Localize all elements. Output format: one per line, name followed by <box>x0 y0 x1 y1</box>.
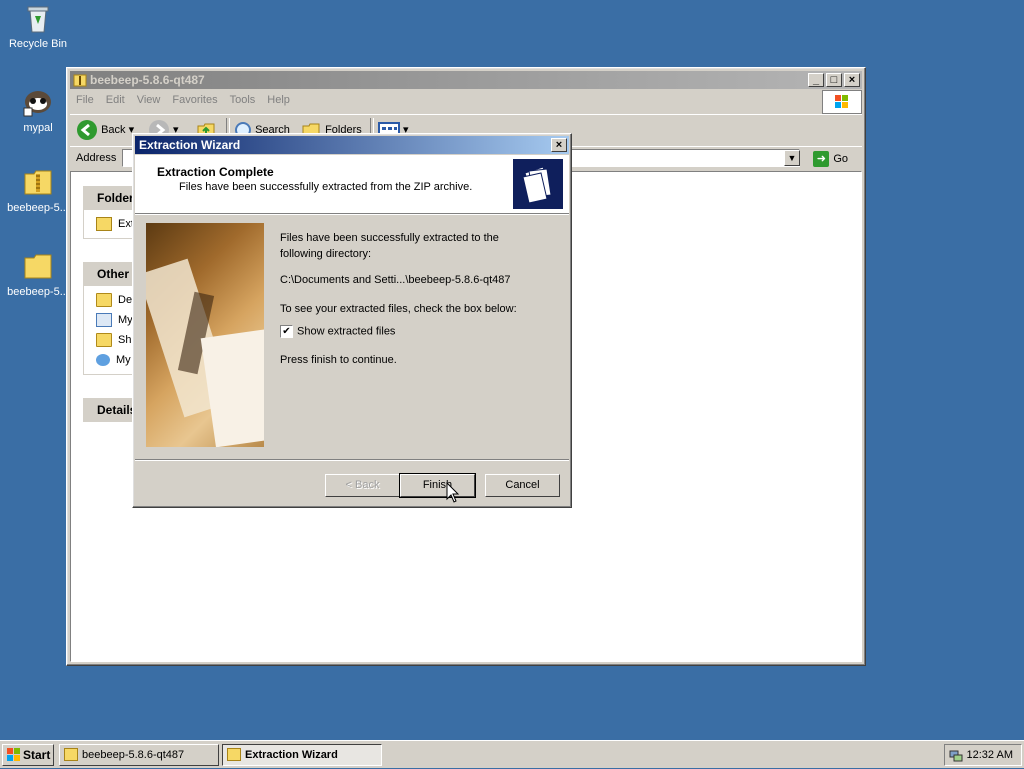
start-label: Start <box>23 748 51 762</box>
go-button[interactable]: ➜ Go <box>813 150 848 168</box>
zip-folder-icon <box>22 166 54 198</box>
taskbar: Start beebeep-5.8.6-qt487 Extraction Wiz… <box>0 740 1024 768</box>
start-button[interactable]: Start <box>2 744 54 766</box>
network-globe-icon <box>96 354 110 367</box>
explorer-title: beebeep-5.8.6-qt487 <box>90 73 205 87</box>
cancel-button[interactable]: Cancel <box>485 474 560 497</box>
zip-folder-icon <box>64 748 78 761</box>
desktop-icon-label: mypal <box>23 122 53 134</box>
back-label: Back <box>101 124 126 136</box>
wizard-side-image <box>146 223 264 447</box>
go-arrow-icon: ➜ <box>813 151 830 168</box>
taskbar-item-explorer[interactable]: beebeep-5.8.6-qt487 <box>59 744 219 766</box>
address-label: Address <box>76 152 117 164</box>
recycle-bin-icon <box>22 2 54 34</box>
maximize-button[interactable]: □ <box>826 73 842 87</box>
windows-logo-icon <box>822 90 862 114</box>
taskbar-item-label: Extraction Wizard <box>245 749 338 761</box>
desktop-icon-label: Recycle Bin <box>8 38 68 50</box>
extracted-files-icon <box>513 159 563 209</box>
taskbar-item-extraction-wizard[interactable]: Extraction Wizard <box>222 744 382 766</box>
folder-icon <box>96 293 112 308</box>
other-place-label: My <box>118 314 133 326</box>
wizard-extract-path: C:\Documents and Setti...\beebeep-5.8.6-… <box>280 274 511 286</box>
folder-icon <box>227 748 241 761</box>
back-arrow-icon <box>77 120 97 141</box>
wizard-header: Extraction Complete Files have been succ… <box>135 155 569 214</box>
wizard-header-title: Extraction Complete <box>157 165 274 179</box>
mouse-cursor-icon <box>446 482 460 503</box>
system-tray: 12:32 AM <box>944 744 1022 766</box>
clock[interactable]: 12:32 AM <box>967 749 1013 761</box>
back-button[interactable]: Back ▾ <box>76 118 134 142</box>
menu-help[interactable]: Help <box>261 91 296 109</box>
desktop-icon-beebeep-folder[interactable]: beebeep-5... <box>0 250 76 299</box>
other-place-label: My <box>116 354 131 366</box>
show-extracted-files-checkbox[interactable]: ✔ Show extracted files <box>280 325 395 338</box>
checkbox-label: Show extracted files <box>297 325 396 338</box>
mypal-icon <box>22 86 54 118</box>
explorer-titlebar[interactable]: beebeep-5.8.6-qt487 _ □ × <box>70 71 862 89</box>
wizard-titlebar[interactable]: Extraction Wizard × <box>135 136 569 154</box>
finish-button[interactable]: Finish <box>399 473 476 498</box>
menu-favorites[interactable]: Favorites <box>166 91 223 109</box>
wizard-title: Extraction Wizard <box>139 138 241 152</box>
menu-file[interactable]: File <box>70 91 100 109</box>
wizard-separator <box>135 459 569 461</box>
desktop-icon-label: beebeep-5... <box>7 286 69 298</box>
zip-folder-icon <box>73 73 87 87</box>
wizard-header-subtitle: Files have been successfully extracted f… <box>179 181 473 193</box>
wizard-message-checkbox-hint: To see your extracted files, check the b… <box>280 303 517 315</box>
wizard-message-finish: Press finish to continue. <box>280 354 397 366</box>
close-button[interactable]: × <box>844 73 860 87</box>
desktop-icon-beebeep-zip[interactable]: beebeep-5... <box>0 166 76 215</box>
minimize-button[interactable]: _ <box>808 73 824 87</box>
address-dropdown-button[interactable]: ▼ <box>784 150 800 166</box>
menu-view[interactable]: View <box>131 91 167 109</box>
menu-bar: File Edit View Favorites Tools Help <box>70 91 862 111</box>
network-tray-icon[interactable] <box>949 748 963 762</box>
back-button[interactable]: < Back <box>325 474 400 497</box>
extraction-wizard-dialog: Extraction Wizard × Extraction Complete … <box>132 133 572 508</box>
windows-flag-icon <box>7 748 21 762</box>
wizard-close-button[interactable]: × <box>551 138 567 152</box>
documents-icon <box>96 313 112 328</box>
wizard-message-extracted: Files have been successfully extracted t… <box>280 232 499 260</box>
taskbar-item-label: beebeep-5.8.6-qt487 <box>82 749 185 761</box>
go-label: Go <box>833 153 848 165</box>
folder-icon <box>96 333 112 348</box>
desktop-icon-recycle-bin[interactable]: Recycle Bin <box>0 2 76 51</box>
checkbox-box[interactable]: ✔ <box>280 325 293 338</box>
desktop-icon-mypal[interactable]: mypal <box>0 86 76 135</box>
desktop-icon-label: beebeep-5... <box>7 202 69 214</box>
zip-folder-icon <box>96 217 112 232</box>
menu-edit[interactable]: Edit <box>100 91 131 109</box>
folder-icon <box>22 250 54 282</box>
menu-tools[interactable]: Tools <box>224 91 262 109</box>
